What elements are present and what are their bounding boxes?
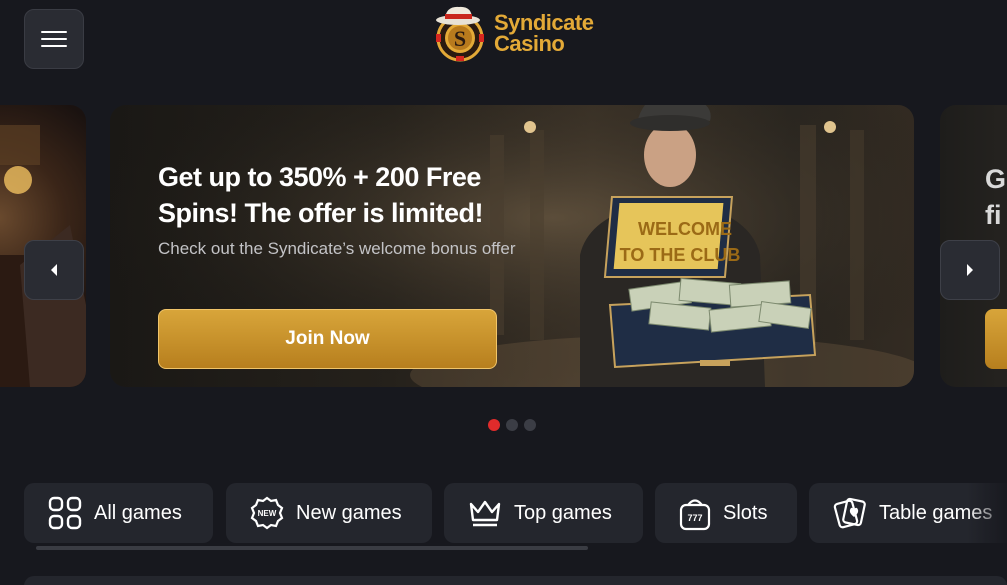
svg-text:777: 777	[687, 513, 702, 523]
banner-title: Get up to 350% + 200 Free Spins! The off…	[158, 162, 484, 228]
join-now-button[interactable]: Join Now	[158, 309, 497, 369]
next-section-edge	[24, 576, 1007, 585]
new-badge-icon: NEW	[250, 496, 284, 530]
chevron-left-icon	[51, 264, 57, 276]
menu-button[interactable]	[24, 9, 84, 69]
tabs-fade-overlay	[967, 470, 1007, 560]
page: S Syndicate Casino WELCOME TO THE CLUB G…	[0, 0, 1007, 585]
slot-machine-icon: 777	[679, 499, 711, 531]
svg-text:S: S	[454, 26, 466, 51]
chevron-right-icon	[967, 264, 973, 276]
carousel-dot-3[interactable]	[524, 419, 536, 431]
banner-subtitle: Check out the Syndicate’s welcome bonus …	[158, 239, 516, 258]
carousel-slide-active[interactable]: WELCOME TO THE CLUB Get up to 350% + 200…	[110, 105, 914, 387]
briefcase-text-line-2: TO THE CLUB	[620, 245, 741, 265]
tab-all-games-label: All games	[94, 501, 182, 524]
tabs-scrollbar[interactable]	[36, 546, 588, 550]
logo-line-2: Casino	[494, 31, 565, 56]
cards-icon	[833, 497, 866, 529]
carousel-next-button[interactable]	[940, 240, 1000, 300]
tab-slots[interactable]: 777 Slots	[655, 483, 797, 543]
tab-top-games-label: Top games	[514, 501, 612, 524]
hamburger-menu-icon	[41, 31, 67, 47]
briefcase-text-line-1: WELCOME	[638, 219, 732, 239]
next-slide-button-peek[interactable]	[985, 309, 1007, 369]
carousel-dot-2[interactable]	[506, 419, 518, 431]
logo-chip-hat-icon: S	[436, 6, 484, 62]
next-slide-title-line-1: G	[985, 164, 1007, 194]
logo-line-1: Syndicate	[494, 10, 594, 35]
tab-new-games[interactable]: NEW New games	[226, 483, 432, 543]
carousel-prev-button[interactable]	[24, 240, 84, 300]
game-category-tabs: All games NEW New games Top games 777 Sl…	[24, 483, 1007, 543]
carousel-dots	[488, 419, 536, 431]
grid-icon	[48, 496, 82, 530]
tab-new-games-label: New games	[296, 501, 402, 524]
carousel-dot-1[interactable]	[488, 419, 500, 431]
next-slide-title-line-2: fi	[985, 200, 1002, 230]
site-logo[interactable]: S Syndicate Casino	[432, 4, 594, 62]
next-slide-title-peek: G fi	[985, 161, 1006, 233]
tab-all-games[interactable]: All games	[24, 483, 213, 543]
tab-top-games[interactable]: Top games	[444, 483, 643, 543]
svg-text:NEW: NEW	[258, 509, 277, 518]
crown-icon	[469, 500, 501, 527]
tab-slots-label: Slots	[723, 501, 768, 524]
